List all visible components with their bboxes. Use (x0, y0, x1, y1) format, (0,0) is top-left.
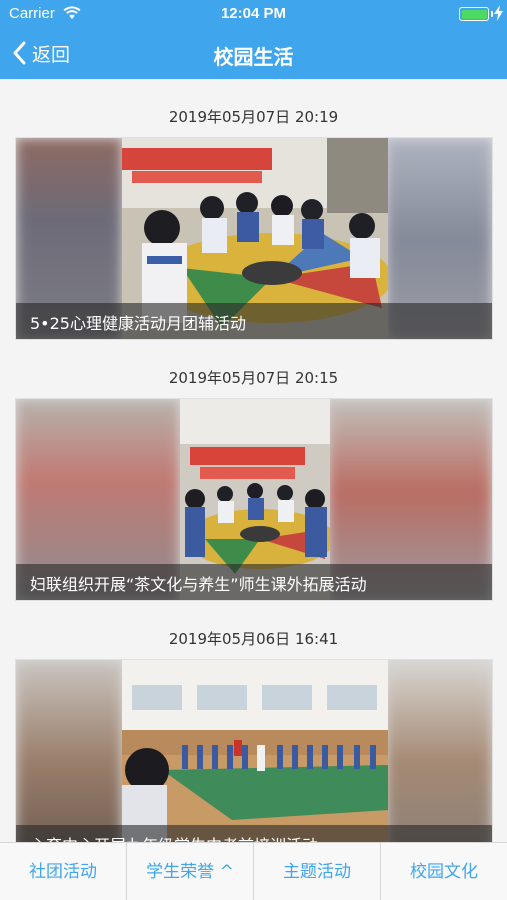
charging-bolt-icon (494, 5, 503, 21)
photo-blur-left (16, 660, 122, 842)
news-photo (122, 660, 388, 842)
page-title: 校园生活 (213, 45, 294, 69)
news-feed[interactable]: 2019年05月07日 20:19 5•25心理健康活动月团辅活动 2019年0… (0, 79, 507, 842)
news-timestamp: 2019年05月07日 20:19 (168, 108, 339, 126)
tab-theme-activities[interactable]: 主题活动 (254, 843, 381, 900)
news-caption: 5•25心理健康活动月团辅活动 (30, 314, 246, 333)
caption-bar: 心育中心开展九年级学生中考前培训活动 (16, 825, 492, 842)
tab-campus-culture[interactable]: 校园文化 (381, 843, 507, 900)
news-item: 2019年05月06日 16:41 (0, 601, 507, 842)
news-timestamp: 2019年05月07日 20:15 (168, 369, 339, 387)
news-item: 2019年05月07日 20:19 5•25心理健康活动月团辅活动 (0, 79, 507, 340)
tab-student-honors[interactable]: 学生荣誉 ^ (127, 843, 254, 900)
battery-fill (461, 9, 487, 19)
status-bar: Carrier 12:04 PM (0, 0, 507, 28)
caption-bar: 5•25心理健康活动月团辅活动 (16, 303, 492, 339)
app-header: Carrier 12:04 PM 返回 校园生活 (0, 0, 507, 79)
news-card[interactable]: 5•25心理健康活动月团辅活动 (15, 137, 493, 340)
bottom-tab-bar: 社团活动 学生荣誉 ^ 主题活动 校园文化 (0, 842, 507, 900)
tab-club-activities[interactable]: 社团活动 (0, 843, 127, 900)
navigation-bar: 返回 校园生活 (0, 28, 507, 79)
battery-icon (459, 7, 489, 21)
status-time: 12:04 PM (220, 5, 287, 22)
news-item: 2019年05月07日 20:15 妇联组织开展“茶文化与养生”师生课外拓展活动 (0, 340, 507, 601)
news-caption: 妇联组织开展“茶文化与养生”师生课外拓展活动 (30, 575, 367, 594)
photo-blur-right (386, 660, 492, 842)
news-timestamp: 2019年05月06日 16:41 (168, 630, 339, 648)
caption-bar: 妇联组织开展“茶文化与养生”师生课外拓展活动 (16, 564, 492, 600)
gym-photo (122, 660, 388, 842)
battery-tip (491, 11, 493, 17)
news-card[interactable]: 心育中心开展九年级学生中考前培训活动 (15, 659, 493, 842)
news-caption: 心育中心开展九年级学生中考前培训活动 (30, 832, 318, 842)
news-card[interactable]: 妇联组织开展“茶文化与养生”师生课外拓展活动 (15, 398, 493, 601)
